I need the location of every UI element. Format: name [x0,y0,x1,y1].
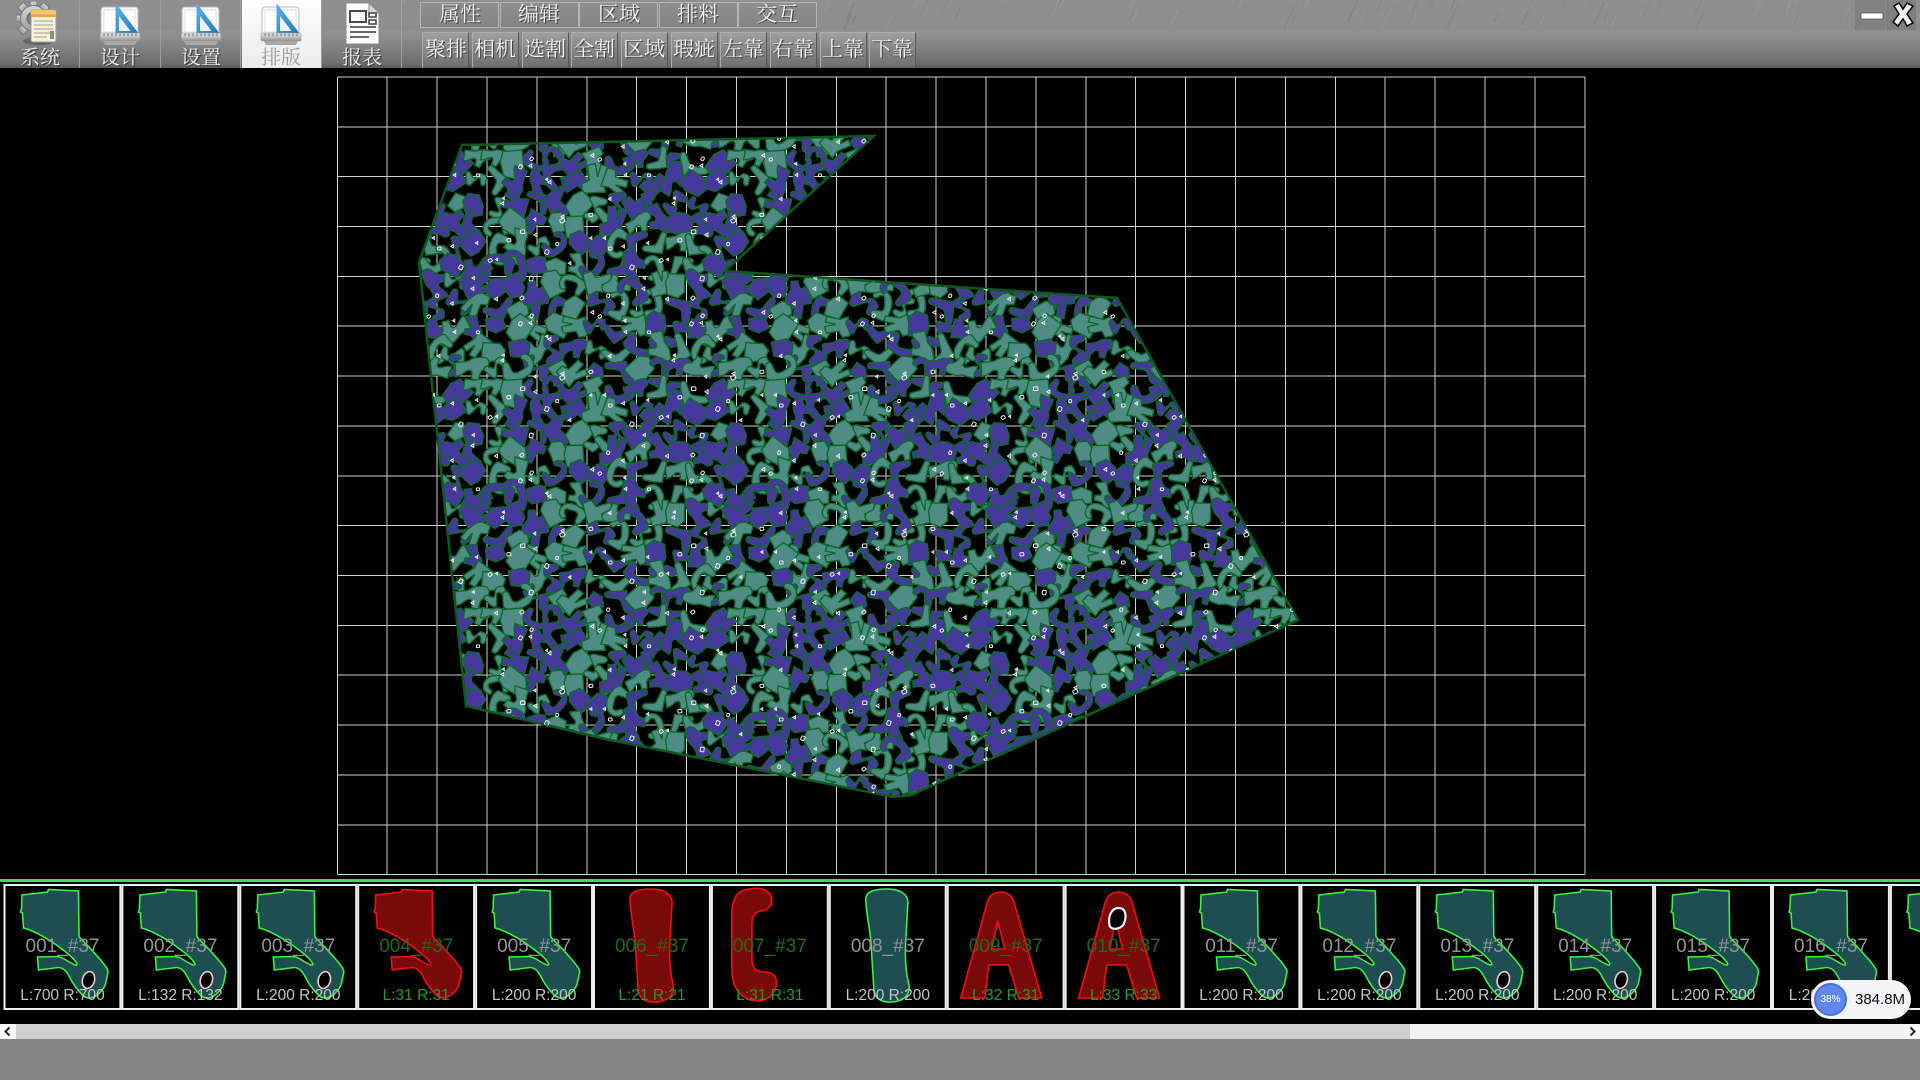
svg-text:009_#37: 009_#37 [969,936,1043,957]
svg-text:L:200 R:200: L:200 R:200 [1435,987,1520,1004]
svg-text:005_#37: 005_#37 [497,936,571,957]
svg-text:L:200 R:200: L:200 R:200 [846,987,931,1004]
svg-text:L:32 R:31: L:32 R:31 [972,987,1039,1004]
svg-text:010_#37: 010_#37 [1087,936,1161,957]
svg-text:L:200 R:200: L:200 R:200 [1553,987,1638,1004]
svg-text:004_#37: 004_#37 [379,936,453,957]
svg-text:L:200 R:200: L:200 R:200 [1199,987,1284,1004]
svg-text:L:21 R:21: L:21 R:21 [618,987,685,1004]
svg-text:014_#37: 014_#37 [1558,936,1632,957]
svg-text:L:33 R:33: L:33 R:33 [1090,987,1157,1004]
svg-text:L:31 R:31: L:31 R:31 [736,987,803,1004]
svg-text:L:132 R:132: L:132 R:132 [138,987,222,1004]
svg-text:002_#37: 002_#37 [143,936,217,957]
svg-text:015_#37: 015_#37 [1676,936,1750,957]
svg-text:013_#37: 013_#37 [1440,936,1514,957]
svg-text:008_#37: 008_#37 [851,936,925,957]
svg-text:003_#37: 003_#37 [261,936,335,957]
svg-text:L:200 R:200: L:200 R:200 [1671,987,1756,1004]
svg-text:011_#37: 011_#37 [1205,936,1278,957]
svg-text:006_#37: 006_#37 [615,936,689,957]
svg-text:012_#37: 012_#37 [1322,936,1396,957]
svg-text:016_#37: 016_#37 [1794,936,1868,957]
svg-text:L:200 R:200: L:200 R:200 [1317,987,1402,1004]
svg-text:L:700 R:700: L:700 R:700 [20,987,105,1004]
svg-text:001_#37: 001_#37 [26,936,100,957]
svg-text:007_#37: 007_#37 [733,936,807,957]
svg-text:L:200 R:200: L:200 R:200 [492,987,577,1004]
svg-text:L:31 R:31: L:31 R:31 [383,987,450,1004]
svg-text:L:200 R:200: L:200 R:200 [256,987,341,1004]
